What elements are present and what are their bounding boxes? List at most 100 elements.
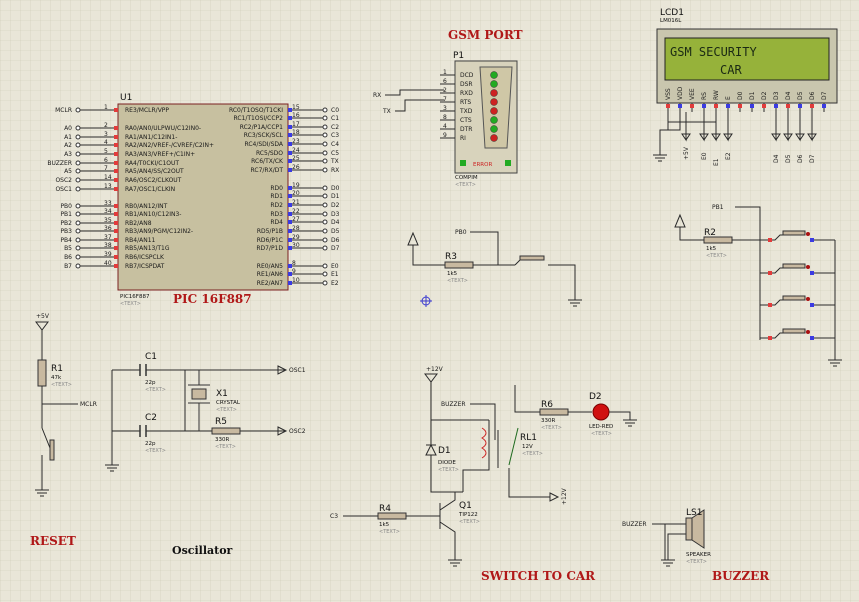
net-12v-top: +12V xyxy=(426,366,444,373)
gsm-pin-led xyxy=(490,98,498,106)
mcu-pin-number: 1 xyxy=(104,104,108,111)
mcu-net-label: D7 xyxy=(331,245,340,252)
r1-text: <TEXT> xyxy=(51,382,72,388)
lcd-pin-name: VEE xyxy=(689,88,696,100)
net-osc1: OSC1 xyxy=(289,367,306,374)
mcu-pin-name: RB2/AN8 xyxy=(125,220,152,227)
mcu-pin-number: 38 xyxy=(104,242,112,249)
lcd-pin-name: RW xyxy=(713,90,720,100)
mcu-net-label: RX xyxy=(331,167,339,174)
mcu-net-label: A2 xyxy=(64,142,72,149)
mcu-pin-number: 2 xyxy=(104,122,108,129)
mcu-net-label: B5 xyxy=(64,245,72,252)
c2-text: <TEXT> xyxy=(145,448,166,454)
mcu-pin-number: 35 xyxy=(104,217,112,224)
r3-body xyxy=(444,261,474,269)
mcu-pin-name: RE0/AN5 xyxy=(257,263,283,270)
gsm-pin-name: TXD xyxy=(459,108,473,115)
mcu-pin-name: RD6/P1C xyxy=(257,237,283,244)
lcd-bottom-net: D5 xyxy=(785,154,792,163)
d2-text: <TEXT> xyxy=(591,431,612,437)
lcd-pin-name: D1 xyxy=(749,91,756,100)
mcu-pin-number: 28 xyxy=(292,225,300,232)
mcu-pin-name: RC1/T1OSI/CCP2 xyxy=(233,115,283,122)
x1-ref: X1 xyxy=(216,389,228,399)
mcu-pin-name: RD0 xyxy=(270,185,283,192)
mcu-pin-name: RB5/AN13/T1G xyxy=(125,245,170,252)
c1-ref: C1 xyxy=(145,352,157,362)
gsm-pin-led xyxy=(490,71,498,79)
mcu-net-label: C3 xyxy=(331,132,339,139)
r5-ref: R5 xyxy=(215,417,227,427)
mcu-net-label: B6 xyxy=(64,254,72,261)
mcu-pin-number: 39 xyxy=(104,251,112,258)
mcu-pin-number: 27 xyxy=(292,216,300,223)
mcu-net-label: E0 xyxy=(331,263,339,270)
d1-ref: D1 xyxy=(438,446,451,456)
net-mclr-reset: MCLR xyxy=(80,401,97,408)
gsm-pin-name: RXD xyxy=(460,90,473,97)
title-pic: PIC 16F887 xyxy=(173,292,252,306)
mcu-pin-name: RC3/SCK/SCL xyxy=(244,132,284,139)
lcd-pin-name: E xyxy=(725,96,732,100)
pb0-button[interactable] xyxy=(519,255,545,261)
d1-text: <TEXT> xyxy=(438,467,459,473)
gsm-pin-led xyxy=(490,89,498,97)
rl1-ref: RL1 xyxy=(520,433,537,443)
mcu-pin-name: RE3/MCLR/VPP xyxy=(125,107,169,114)
mcu-pin-name: RB4/AN11 xyxy=(125,237,156,244)
reset-button[interactable] xyxy=(49,439,55,461)
mcu-net-label: C4 xyxy=(331,141,339,148)
mcu-pin-number: 20 xyxy=(292,190,300,197)
gsm-pin-name: DTR xyxy=(460,126,472,133)
lcd-pin-name: D2 xyxy=(761,91,768,100)
mcu-net-label: C2 xyxy=(331,124,339,131)
r4-text: <TEXT> xyxy=(379,529,400,535)
mcu-ref: U1 xyxy=(120,93,132,103)
lcd-pin-name: D7 xyxy=(821,91,828,100)
mcu-pin-number: 3 xyxy=(104,131,108,138)
lcd-bottom-net: D4 xyxy=(773,154,780,163)
r6-ref: R6 xyxy=(541,400,553,410)
mcu-pin-number: 5 xyxy=(104,148,108,155)
mcu-part: PIC16F887 xyxy=(120,294,150,300)
mcu-pin-number: 26 xyxy=(292,164,300,171)
mcu-pin-number: 8 xyxy=(292,260,296,267)
x1-value: CRYSTAL xyxy=(216,400,241,406)
mcu-net-label: D2 xyxy=(331,202,340,209)
mcu-pin-number: 7 xyxy=(104,165,108,172)
net-tx: TX xyxy=(382,108,391,115)
lcd-pin-name: D0 xyxy=(737,91,744,100)
gsm-pin-number: 4 xyxy=(443,123,447,130)
mcu-net-label: B7 xyxy=(64,263,72,270)
net-buzzer-relay: BUZZER xyxy=(441,401,466,408)
mcu-pin-number: 22 xyxy=(292,208,300,215)
mcu-pin-name: RC2/P1A/CCP1 xyxy=(240,124,283,131)
mcu-pin-number: 19 xyxy=(292,182,300,189)
led-d2 xyxy=(592,403,610,421)
mcu-pin-name: RD7/P1D xyxy=(256,245,283,252)
r2-value: 1k5 xyxy=(706,246,717,252)
r1-body xyxy=(37,359,47,387)
r2-ref: R2 xyxy=(704,228,716,238)
gsm-pin-name: RI xyxy=(460,135,466,142)
ls1-text: <TEXT> xyxy=(686,559,707,565)
mcu-net-label: TX xyxy=(330,158,339,165)
lcd-bottom-net: E2 xyxy=(725,152,732,160)
lcd-bottom-net: D7 xyxy=(809,154,816,163)
mcu-pin-name: RB3/AN9/PGM/C12IN2- xyxy=(125,228,193,235)
ls1-value: SPEAKER xyxy=(686,552,711,558)
lcd-bottom-net: E1 xyxy=(713,158,720,166)
mcu-pin-number: 33 xyxy=(104,200,112,207)
r3-ref: R3 xyxy=(445,252,457,262)
lcd-pin-name: D3 xyxy=(773,91,780,100)
mcu-pin-name: RB0/AN12/INT xyxy=(125,203,168,210)
mcu-pin-number: 23 xyxy=(292,138,300,145)
lcd-line1: GSM SECURITY xyxy=(670,45,757,59)
mcu-text: <TEXT> xyxy=(120,301,141,307)
mcu-net-label: C0 xyxy=(331,107,339,114)
mcu-net-label: A3 xyxy=(64,151,72,158)
mcu-pin-number: 29 xyxy=(292,234,300,241)
gsm-pin-led xyxy=(490,116,498,124)
gsm-pin-name: DSR xyxy=(460,81,473,88)
